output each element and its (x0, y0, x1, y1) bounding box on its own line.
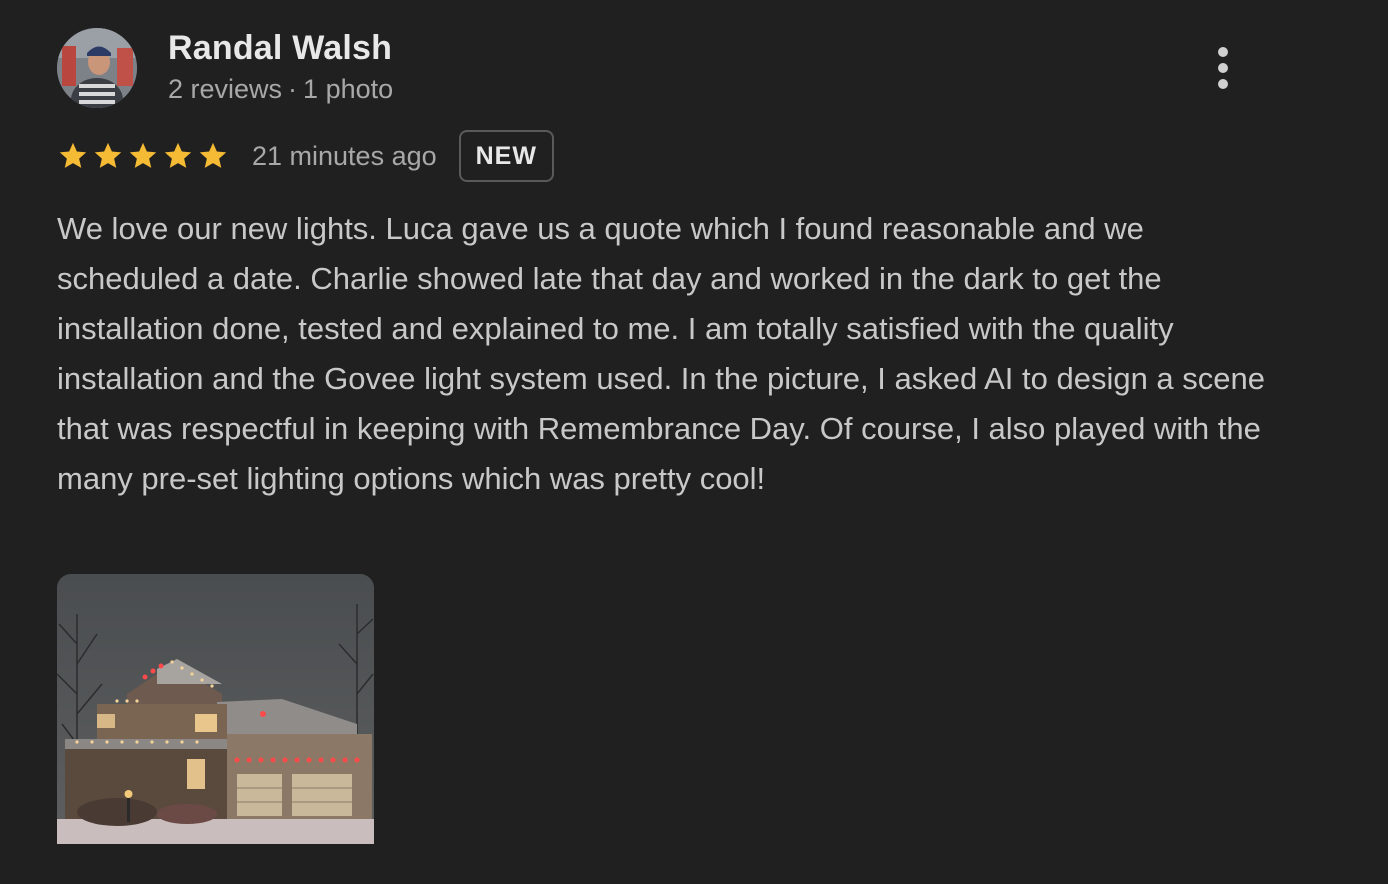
star-icon (164, 142, 192, 168)
star-icon (129, 142, 157, 168)
rating-row: 21 minutes ago NEW (57, 130, 554, 182)
reviews-count: 2 reviews (168, 74, 283, 104)
meta-separator: · (288, 74, 298, 104)
review-card: Randal Walsh 2 reviews · 1 photo 21 minute… (0, 0, 1388, 884)
photos-count: 1 photo (303, 74, 394, 104)
star-icon (199, 142, 227, 168)
dot-icon (1218, 47, 1228, 57)
star-rating (57, 140, 232, 172)
author-avatar[interactable] (57, 28, 137, 108)
new-badge: NEW (458, 130, 554, 182)
review-photo[interactable] (57, 574, 374, 844)
author-name[interactable]: Randal Walsh (168, 28, 392, 68)
dot-icon (1218, 63, 1228, 73)
review-text: We love our new lights. Luca gave us a q… (57, 211, 1266, 496)
star-icon (59, 142, 87, 168)
star-icon (94, 142, 122, 168)
review-time: 21 minutes ago (252, 140, 437, 171)
more-options-icon[interactable] (1202, 44, 1244, 92)
dot-icon (1218, 79, 1228, 89)
author-meta: 2 reviews · 1 photo (168, 72, 393, 106)
